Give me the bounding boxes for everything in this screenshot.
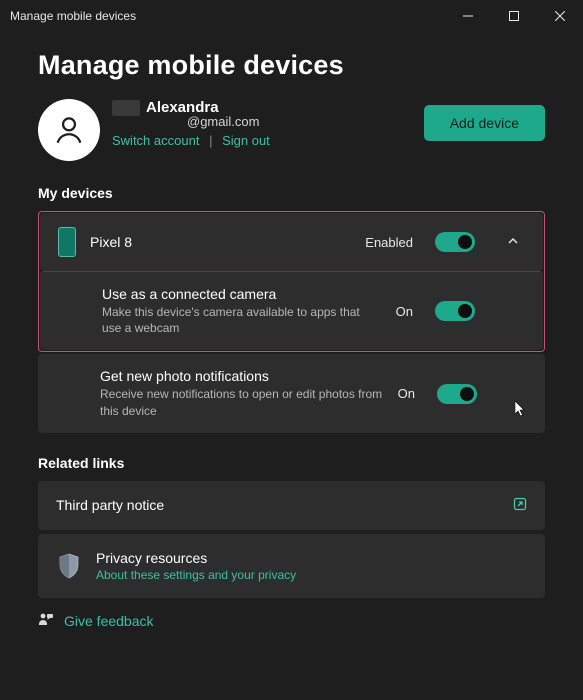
devices-list: Pixel 8 Enabled Use as a connected camer… [38, 211, 545, 433]
device-row[interactable]: Pixel 8 Enabled [40, 213, 543, 271]
minimize-button[interactable] [445, 0, 491, 32]
third-party-notice-link[interactable]: Third party notice [38, 481, 545, 530]
maximize-button[interactable] [491, 0, 537, 32]
link-subtitle: About these settings and your privacy [96, 568, 527, 582]
device-highlight-frame: Pixel 8 Enabled Use as a connected camer… [38, 211, 545, 352]
add-device-button[interactable]: Add device [424, 105, 545, 141]
privacy-resources-link[interactable]: Privacy resources About these settings a… [38, 534, 545, 598]
window-title: Manage mobile devices [10, 9, 136, 23]
setting-row-connected-camera: Use as a connected camera Make this devi… [40, 271, 543, 350]
connected-camera-toggle[interactable] [435, 301, 475, 321]
photo-notifications-toggle[interactable] [437, 384, 477, 404]
link-title: Third party notice [56, 497, 499, 513]
related-links-label: Related links [38, 455, 545, 471]
feedback-icon [38, 612, 54, 631]
setting-description: Receive new notifications to open or edi… [100, 386, 384, 418]
page-title: Manage mobile devices [38, 50, 545, 81]
shield-icon [56, 551, 82, 581]
my-devices-label: My devices [38, 185, 545, 201]
device-name: Pixel 8 [90, 234, 351, 250]
switch-account-link[interactable]: Switch account [112, 133, 199, 148]
external-link-icon [513, 497, 527, 514]
close-button[interactable] [537, 0, 583, 32]
account-email: @gmail.com [112, 114, 412, 129]
phone-icon [58, 227, 76, 257]
setting-title: Use as a connected camera [102, 286, 382, 302]
link-title: Privacy resources [96, 550, 527, 566]
feedback-label: Give feedback [64, 613, 154, 629]
setting-description: Make this device's camera available to a… [102, 304, 382, 336]
expand-chevron-icon[interactable] [499, 234, 527, 250]
setting-title: Get new photo notifications [100, 368, 384, 384]
setting-state-label: On [396, 304, 413, 319]
account-section: Alexandra @gmail.com Switch account | Si… [38, 99, 545, 161]
setting-state-label: On [398, 386, 415, 401]
device-enabled-label: Enabled [365, 235, 413, 250]
give-feedback-link[interactable]: Give feedback [38, 612, 545, 631]
setting-row-photo-notifications: Get new photo notifications Receive new … [38, 354, 545, 432]
sign-out-link[interactable]: Sign out [222, 133, 270, 148]
titlebar: Manage mobile devices [0, 0, 583, 32]
avatar [38, 99, 100, 161]
device-enabled-toggle[interactable] [435, 232, 475, 252]
redacted-name-part [112, 100, 140, 116]
